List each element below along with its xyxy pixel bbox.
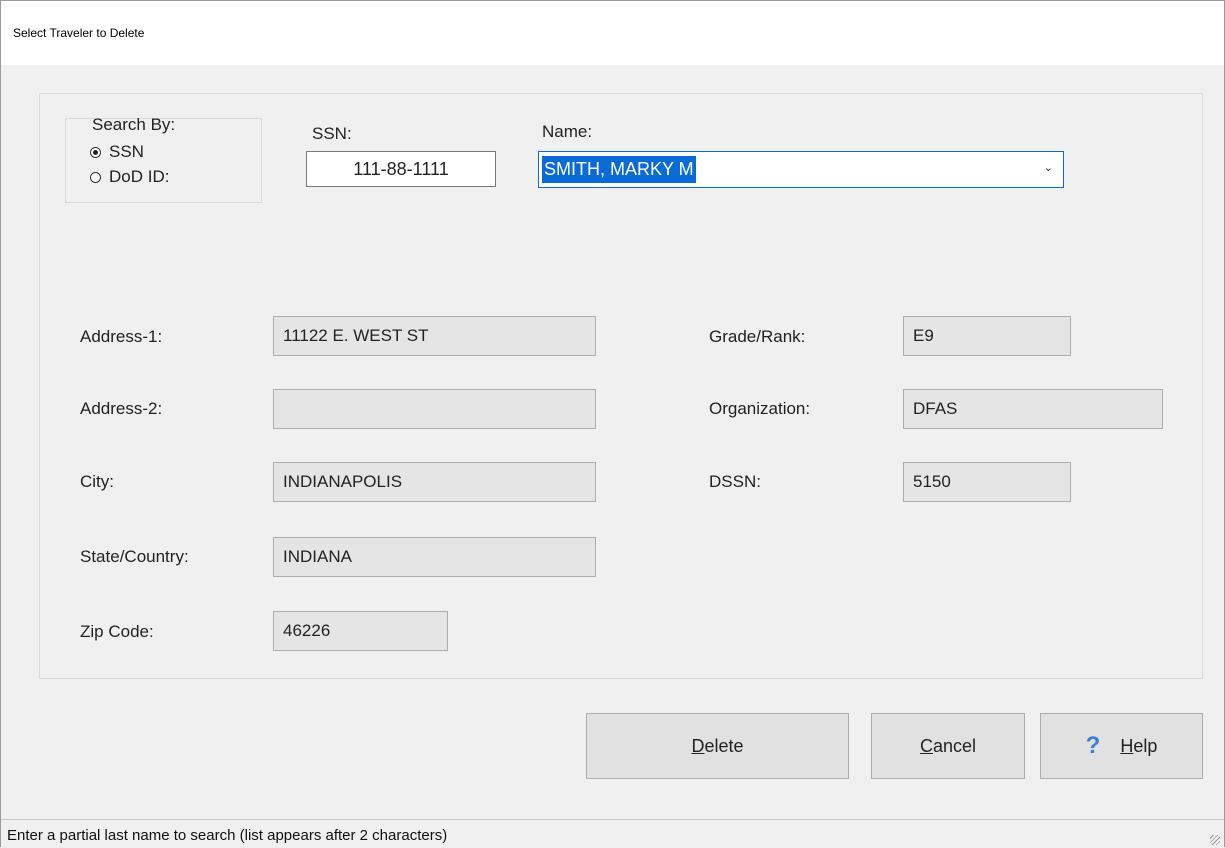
ssn-label: SSN: xyxy=(312,124,352,143)
address1-field: 11122 E. WEST ST xyxy=(273,316,596,356)
name-selected-text[interactable]: SMITH, MARKY M xyxy=(542,156,696,183)
help-label: elp xyxy=(1133,735,1158,756)
address1-label: Address-1: xyxy=(80,327,163,346)
address2-field xyxy=(273,389,596,429)
status-bar: Enter a partial last name to search (lis… xyxy=(1,819,1224,848)
zip-label: Zip Code: xyxy=(80,622,154,641)
radio-dod-id-indicator[interactable] xyxy=(90,171,101,183)
resize-grip-icon[interactable] xyxy=(1210,835,1220,845)
name-label: Name: xyxy=(542,122,593,141)
cancel-button[interactable]: Cancel xyxy=(871,713,1025,779)
dssn-field: 5150 xyxy=(903,462,1071,502)
ssn-input[interactable]: 111-88-1111 xyxy=(306,151,496,187)
grade-field: E9 xyxy=(903,316,1071,356)
question-mark-icon: ? xyxy=(1085,732,1101,759)
radio-ssn[interactable]: SSN xyxy=(90,142,144,162)
window-title: Select Traveler to Delete xyxy=(13,26,145,40)
name-combobox[interactable]: SMITH, MARKY M ⌄ xyxy=(538,151,1064,188)
select-traveler-dialog: Select Traveler to Delete Search By: SSN… xyxy=(0,0,1225,848)
city-field: INDIANAPOLIS xyxy=(273,462,596,502)
delete-button[interactable]: Delete xyxy=(586,713,849,779)
radio-ssn-label: SSN xyxy=(109,142,144,161)
dssn-label: DSSN: xyxy=(709,472,761,491)
radio-ssn-indicator[interactable] xyxy=(90,146,101,158)
help-button[interactable]: ? Help xyxy=(1040,713,1203,779)
address2-label: Address-2: xyxy=(80,399,163,418)
state-field: INDIANA xyxy=(273,537,596,577)
title-bar: Select Traveler to Delete xyxy=(1,1,1224,65)
organization-field: DFAS xyxy=(903,389,1163,429)
state-label: State/Country: xyxy=(80,547,189,566)
zip-field: 46226 xyxy=(273,611,448,651)
delete-mnemonic: D xyxy=(691,735,705,756)
cancel-label: ancel xyxy=(932,735,977,756)
status-text: Enter a partial last name to search (lis… xyxy=(7,827,448,844)
grade-label: Grade/Rank: xyxy=(709,327,806,346)
cancel-mnemonic: C xyxy=(919,735,933,756)
chevron-down-icon[interactable]: ⌄ xyxy=(1044,161,1053,174)
radio-dod-id[interactable]: DoD ID: xyxy=(90,167,169,187)
help-mnemonic: H xyxy=(1120,735,1134,756)
delete-label: elete xyxy=(704,735,744,756)
city-label: City: xyxy=(80,472,114,491)
radio-dod-id-label: DoD ID: xyxy=(109,167,170,186)
search-by-label: Search By: xyxy=(92,115,176,134)
organization-label: Organization: xyxy=(709,399,811,418)
